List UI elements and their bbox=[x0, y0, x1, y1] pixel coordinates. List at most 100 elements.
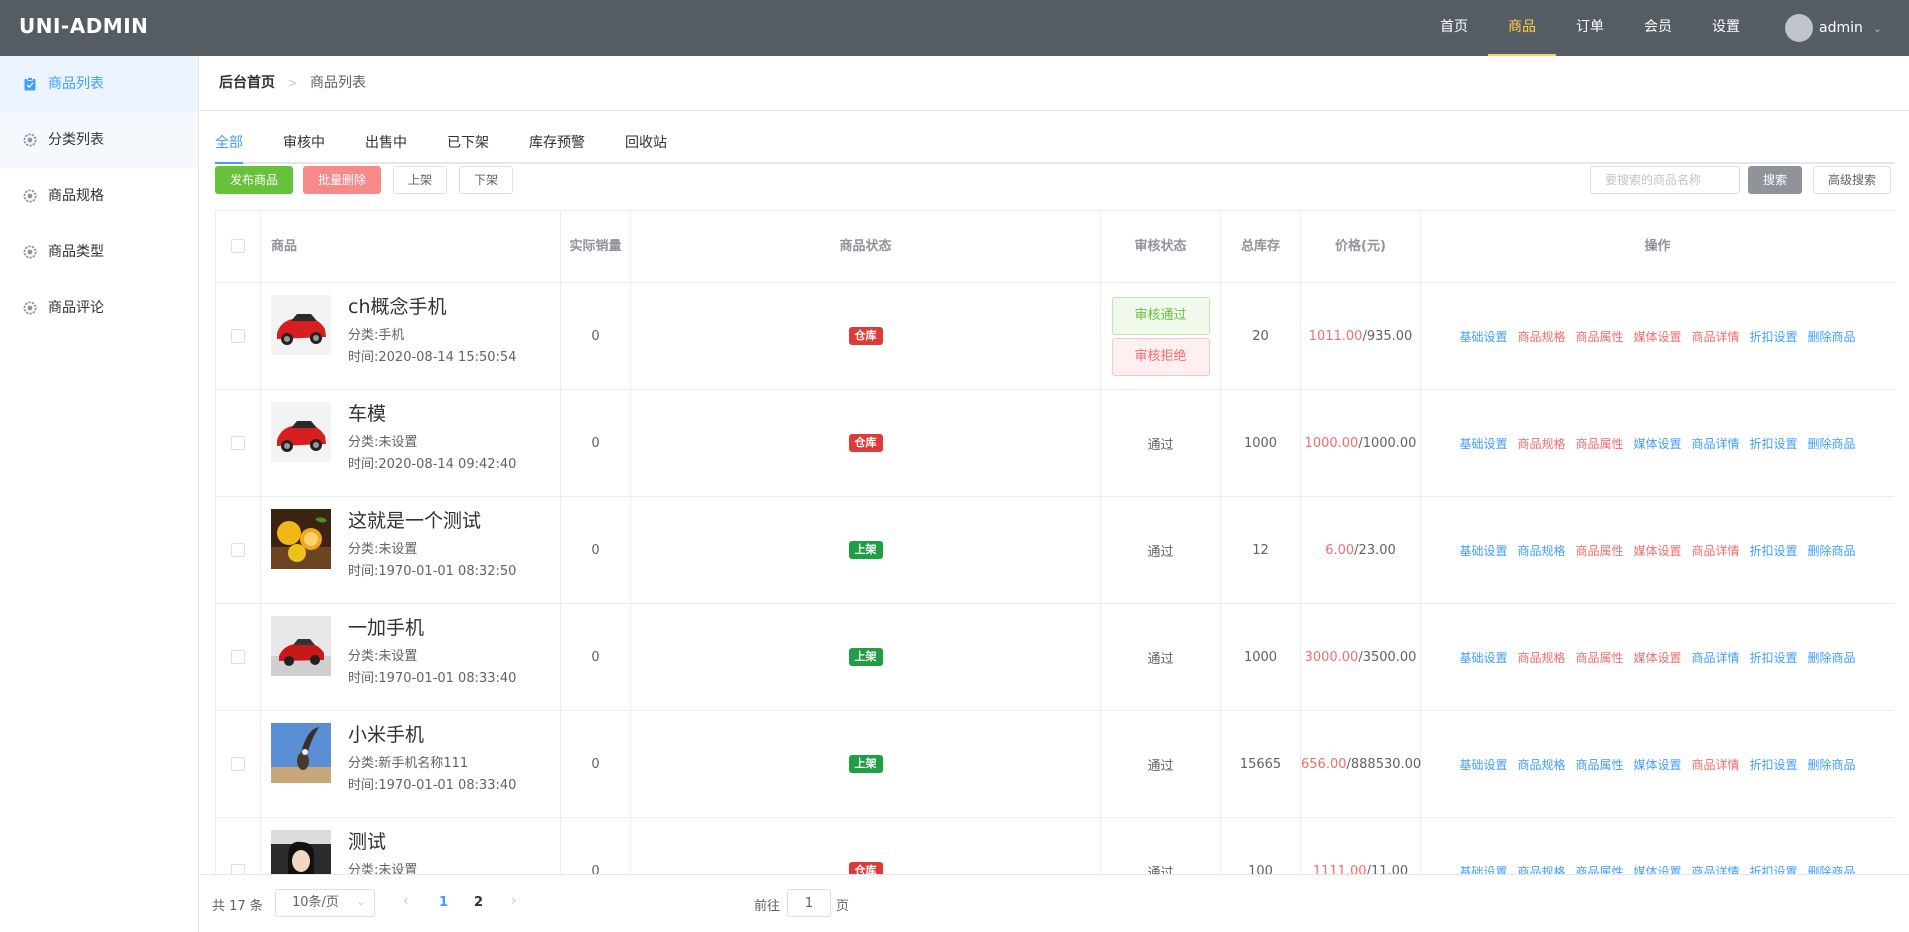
action-link[interactable]: 媒体设置 bbox=[1633, 651, 1681, 665]
sale-price: 6.00 bbox=[1325, 542, 1355, 558]
action-link[interactable]: 商品属性 bbox=[1575, 330, 1623, 344]
action-link[interactable]: 删除商品 bbox=[1808, 330, 1856, 344]
select-all-checkbox[interactable] bbox=[231, 239, 245, 253]
batch-delete-button[interactable]: 批量删除 bbox=[303, 166, 382, 194]
col-audit: 审核状态 bbox=[1100, 210, 1221, 283]
action-link[interactable]: 商品详情 bbox=[1692, 758, 1740, 772]
action-link[interactable]: 商品规格 bbox=[1517, 651, 1565, 665]
row-checkbox[interactable] bbox=[231, 757, 245, 771]
prev-page-icon[interactable]: ‹ bbox=[403, 893, 409, 909]
page-1[interactable]: 1 bbox=[439, 895, 448, 910]
status-badge: 仓库 bbox=[848, 862, 883, 874]
action-link[interactable]: 媒体设置 bbox=[1633, 544, 1681, 558]
action-link[interactable]: 折扣设置 bbox=[1750, 758, 1798, 772]
action-link[interactable]: 商品详情 bbox=[1692, 330, 1740, 344]
sidebar-item-category-list[interactable]: 分类列表 bbox=[0, 112, 198, 168]
sidebar-item-product-review[interactable]: 商品评论 bbox=[0, 280, 198, 336]
action-link[interactable]: 商品详情 bbox=[1692, 544, 1740, 558]
search-input[interactable] bbox=[1590, 166, 1740, 194]
advanced-search-button[interactable]: 高级搜索 bbox=[1813, 166, 1892, 194]
chevron-right-icon: > bbox=[287, 76, 298, 90]
action-link[interactable]: 商品详情 bbox=[1692, 651, 1740, 665]
row-checkbox[interactable] bbox=[231, 650, 245, 664]
nav-home[interactable]: 首页 bbox=[1420, 0, 1488, 56]
action-link[interactable]: 基础设置 bbox=[1459, 330, 1507, 344]
row-select-cell bbox=[215, 496, 261, 604]
tab-reviewing[interactable]: 审核中 bbox=[283, 124, 325, 164]
product-table: 商品 实际销量 商品状态 审核状态 总库存 价格(元) 操作 ch概念手机 分类:… bbox=[215, 210, 1894, 874]
sidebar-item-product-list[interactable]: 商品列表 bbox=[0, 56, 198, 112]
nav-orders[interactable]: 订单 bbox=[1556, 0, 1624, 56]
action-link[interactable]: 删除商品 bbox=[1808, 758, 1856, 772]
row-checkbox[interactable] bbox=[231, 543, 245, 557]
action-link[interactable]: 删除商品 bbox=[1808, 544, 1856, 558]
take-off-shelf-button[interactable]: 下架 bbox=[459, 166, 514, 194]
goto-page-input[interactable] bbox=[787, 889, 831, 917]
row-checkbox[interactable] bbox=[231, 864, 245, 874]
row-select-cell bbox=[215, 282, 261, 390]
action-link[interactable]: 商品规格 bbox=[1517, 330, 1565, 344]
original-price: /3500.00 bbox=[1358, 649, 1417, 665]
app-logo: UNI-ADMIN bbox=[19, 14, 149, 38]
page-2[interactable]: 2 bbox=[474, 895, 483, 910]
search-button[interactable]: 搜索 bbox=[1748, 166, 1803, 194]
action-link[interactable]: 商品详情 bbox=[1692, 437, 1740, 451]
action-link[interactable]: 媒体设置 bbox=[1633, 330, 1681, 344]
action-link[interactable]: 删除商品 bbox=[1808, 651, 1856, 665]
page-size-select[interactable]: 10条/页 ⌄ bbox=[275, 889, 375, 917]
action-link[interactable]: 折扣设置 bbox=[1750, 865, 1798, 875]
action-link[interactable]: 商品属性 bbox=[1575, 544, 1623, 558]
action-link[interactable]: 基础设置 bbox=[1459, 544, 1507, 558]
action-link[interactable]: 折扣设置 bbox=[1750, 330, 1798, 344]
product-cell: 小米手机 分类:新手机名称111 时间:1970-01-01 08:33:40 bbox=[260, 710, 561, 818]
action-link[interactable]: 媒体设置 bbox=[1633, 865, 1681, 875]
put-on-shelf-button[interactable]: 上架 bbox=[393, 166, 448, 194]
row-checkbox[interactable] bbox=[231, 329, 245, 343]
action-link[interactable]: 商品属性 bbox=[1575, 865, 1623, 875]
publish-product-button[interactable]: 发布商品 bbox=[215, 166, 294, 194]
sale-price: 1011.00 bbox=[1308, 328, 1363, 344]
action-link[interactable]: 折扣设置 bbox=[1750, 437, 1798, 451]
action-link[interactable]: 商品属性 bbox=[1575, 651, 1623, 665]
row-checkbox[interactable] bbox=[231, 436, 245, 450]
tab-on-sale[interactable]: 出售中 bbox=[365, 124, 407, 164]
next-page-icon[interactable]: › bbox=[511, 893, 517, 909]
action-link[interactable]: 删除商品 bbox=[1808, 437, 1856, 451]
action-link[interactable]: 删除商品 bbox=[1808, 865, 1856, 875]
table-row: 小米手机 分类:新手机名称111 时间:1970-01-01 08:33:40 0 上架… bbox=[215, 710, 1894, 818]
action-link[interactable]: 折扣设置 bbox=[1750, 544, 1798, 558]
nav-settings[interactable]: 设置 bbox=[1692, 0, 1760, 56]
nav-members[interactable]: 会员 bbox=[1624, 0, 1692, 56]
status-badge: 上架 bbox=[848, 755, 883, 773]
tab-off-shelf[interactable]: 已下架 bbox=[447, 124, 489, 164]
action-link[interactable]: 基础设置 bbox=[1459, 865, 1507, 875]
action-link[interactable]: 商品规格 bbox=[1517, 758, 1565, 772]
action-link[interactable]: 商品属性 bbox=[1575, 758, 1623, 772]
sidebar-item-product-spec[interactable]: 商品规格 bbox=[0, 168, 198, 224]
action-link[interactable]: 商品规格 bbox=[1517, 544, 1565, 558]
action-link[interactable]: 商品详情 bbox=[1692, 865, 1740, 875]
tab-all[interactable]: 全部 bbox=[215, 124, 243, 164]
action-link[interactable]: 媒体设置 bbox=[1633, 758, 1681, 772]
breadcrumb-home[interactable]: 后台首页 bbox=[219, 75, 275, 91]
status-cell: 上架 bbox=[630, 496, 1101, 604]
action-link[interactable]: 基础设置 bbox=[1459, 651, 1507, 665]
audit-reject-button[interactable]: 审核拒绝 bbox=[1111, 337, 1210, 376]
tab-recycle-bin[interactable]: 回收站 bbox=[625, 124, 667, 164]
action-link[interactable]: 折扣设置 bbox=[1750, 651, 1798, 665]
breadcrumb-current: 商品列表 bbox=[309, 75, 366, 91]
action-link[interactable]: 基础设置 bbox=[1459, 758, 1507, 772]
status-badge: 上架 bbox=[848, 541, 883, 559]
nav-products[interactable]: 商品 bbox=[1488, 0, 1556, 56]
action-link[interactable]: 媒体设置 bbox=[1633, 437, 1681, 451]
clipboard-check-icon bbox=[24, 77, 36, 91]
action-link[interactable]: 商品规格 bbox=[1517, 437, 1565, 451]
action-link[interactable]: 基础设置 bbox=[1459, 437, 1507, 451]
tab-stock-warning[interactable]: 库存预警 bbox=[529, 124, 585, 164]
sidebar-item-product-type[interactable]: 商品类型 bbox=[0, 224, 198, 280]
action-link[interactable]: 商品属性 bbox=[1575, 437, 1623, 451]
product-table-wrapper: 商品 实际销量 商品状态 审核状态 总库存 价格(元) 操作 ch概念手机 分类:… bbox=[215, 210, 1894, 874]
user-menu[interactable]: admin ⌄ bbox=[1785, 14, 1882, 42]
action-link[interactable]: 商品规格 bbox=[1517, 865, 1565, 875]
audit-pass-button[interactable]: 审核通过 bbox=[1111, 296, 1210, 335]
